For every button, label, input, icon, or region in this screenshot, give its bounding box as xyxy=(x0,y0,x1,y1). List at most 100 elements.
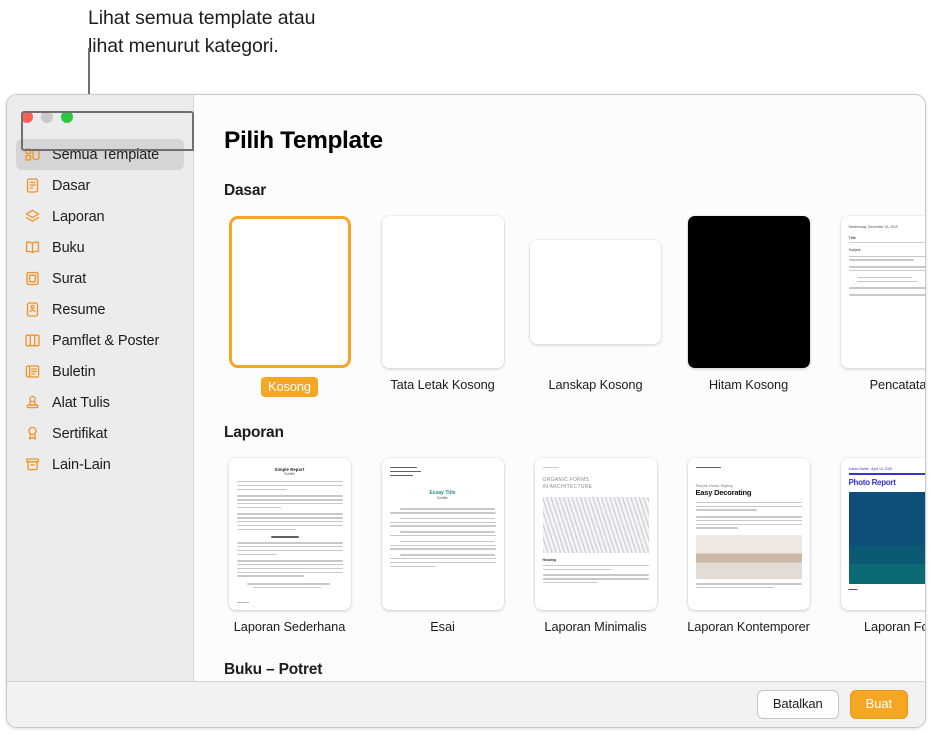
window-body: Semua Template Dasar Laporan Buku Surat Resum… xyxy=(7,95,925,681)
template-label: Laporan Kontemporer xyxy=(687,619,810,634)
create-button[interactable]: Buat xyxy=(849,690,908,719)
sidebar-item-label: Laporan xyxy=(52,208,105,225)
thumbnail-wrap xyxy=(224,216,355,368)
template-thumbnail-laporan-sederhana[interactable]: Simple Report Subtitle xyxy=(228,458,351,610)
template-tile[interactable]: Kosong xyxy=(224,216,355,397)
template-tile[interactable]: Simple Home Styling Easy Decorating Lapo… xyxy=(683,458,814,634)
thumbnail-preview-simple-report: Simple Report Subtitle xyxy=(229,458,351,610)
photo-report-image xyxy=(848,491,925,584)
thumbnail-preview-essay: Essay Title Subtitle xyxy=(382,458,504,610)
template-label: Tata Letak Kosong xyxy=(390,377,495,392)
sidebar-item-label: Buletin xyxy=(52,363,96,380)
thumbnail-wrap xyxy=(683,216,814,368)
sidebar-item-resume[interactable]: Resume xyxy=(16,294,184,325)
template-thumbnail-laporan-kontemporer[interactable]: Simple Home Styling Easy Decorating xyxy=(687,458,810,610)
sidebar-item-label: Buku xyxy=(52,239,85,256)
zoom-button[interactable] xyxy=(61,111,73,123)
template-thumbnail-pencatatan[interactable]: Wednesday, December 18, 2019 Title Subje… xyxy=(840,216,925,368)
minimal-report-image xyxy=(542,496,649,553)
document-icon xyxy=(24,177,41,194)
thumbnail-wrap xyxy=(530,216,661,368)
photo-report-title: Photo Report xyxy=(848,477,896,487)
template-thumbnail-kosong[interactable] xyxy=(228,216,351,368)
callout-text: Lihat semua template atau lihat menurut … xyxy=(88,7,316,57)
thumbnail-preview-photo-report: Author Name · April 14, 2020 Photo Repor… xyxy=(841,458,925,610)
thumbnail-preview-minimal-report: ORGANIC FORMS IN ARCHITECTURE Heading xyxy=(535,458,657,610)
photo-report-byline: Author Name · April 14, 2020 xyxy=(848,467,893,471)
template-label: Lanskap Kosong xyxy=(548,377,643,392)
thumbnail-wrap: Simple Home Styling Easy Decorating xyxy=(683,458,814,610)
essay-subtitle: Subtitle xyxy=(437,496,448,501)
sidebar-item-pamflet-poster[interactable]: Pamflet & Poster xyxy=(16,325,184,356)
thumbnail-preview-contemporary: Simple Home Styling Easy Decorating xyxy=(688,458,810,610)
thumbnail-wrap: Author Name · April 14, 2020 Photo Repor… xyxy=(836,458,925,610)
template-label: Esai xyxy=(430,619,455,634)
template-tile[interactable]: Essay Title Subtitle Esai xyxy=(377,458,508,634)
contemporary-image xyxy=(695,535,802,580)
sidebar-item-alat-tulis[interactable]: Alat Tulis xyxy=(16,387,184,418)
section-title-buku-potret: Buku – Potret xyxy=(224,661,323,678)
sidebar-item-label: Alat Tulis xyxy=(52,394,110,411)
template-label: Hitam Kosong xyxy=(708,377,789,392)
thumbnail-wrap: Essay Title Subtitle xyxy=(377,458,508,610)
sidebar-item-lain-lain[interactable]: Lain-Lain xyxy=(16,449,184,480)
sidebar-item-label: Dasar xyxy=(52,177,91,194)
grid-icon xyxy=(24,146,41,163)
template-thumbnail-lanskap-kosong[interactable] xyxy=(530,240,661,344)
template-thumbnail-laporan-minimalis[interactable]: ORGANIC FORMS IN ARCHITECTURE Heading xyxy=(534,458,657,610)
cancel-button[interactable]: Batalkan xyxy=(756,690,839,719)
template-thumbnail-esai[interactable]: Essay Title Subtitle xyxy=(381,458,504,610)
dialog-footer: Batalkan Buat xyxy=(7,681,925,727)
thumbnail-wrap: Wednesday, December 18, 2019 Title Subje… xyxy=(836,216,925,368)
minimize-button[interactable] xyxy=(41,111,53,123)
template-label-wrap: Kosong xyxy=(224,368,355,397)
template-tile[interactable]: Simple Report Subtitle Laporan Sederhana xyxy=(224,458,355,634)
sidebar-item-buletin[interactable]: Buletin xyxy=(16,356,184,387)
template-tile[interactable]: ORGANIC FORMS IN ARCHITECTURE Heading La… xyxy=(530,458,661,634)
sidebar-item-label: Semua Template xyxy=(52,146,160,163)
minimal-heading: Heading xyxy=(542,557,556,562)
sidebar-item-label: Surat xyxy=(52,270,87,287)
template-tile[interactable]: Author Name · April 14, 2020 Photo Repor… xyxy=(836,458,925,634)
sidebar: Semua Template Dasar Laporan Buku Surat Resum… xyxy=(7,95,194,681)
screenshot-root: Lihat semua template atau lihat menurut … xyxy=(0,0,931,734)
template-label: Laporan Foto xyxy=(864,619,925,634)
simple-report-subtitle: Subtitle xyxy=(284,472,295,476)
brochure-icon xyxy=(24,332,41,349)
template-chooser-window: Semua Template Dasar Laporan Buku Surat Resum… xyxy=(6,94,926,728)
template-tile[interactable]: Tata Letak Kosong xyxy=(377,216,508,397)
misc-icon xyxy=(24,456,41,473)
template-tile[interactable]: Hitam Kosong xyxy=(683,216,814,397)
sidebar-item-buku[interactable]: Buku xyxy=(16,232,184,263)
template-thumbnail-tata-letak-kosong[interactable] xyxy=(381,216,504,368)
sidebar-list: Semua Template Dasar Laporan Buku Surat Resum… xyxy=(7,135,193,480)
sidebar-item-label: Lain-Lain xyxy=(52,456,111,473)
contemporary-title: Easy Decorating xyxy=(695,487,752,497)
notes-title: Title xyxy=(848,235,856,240)
stationery-icon xyxy=(24,394,41,411)
sidebar-item-surat[interactable]: Surat xyxy=(16,263,184,294)
template-label: Laporan Minimalis xyxy=(544,619,647,634)
sidebar-item-dasar[interactable]: Dasar xyxy=(16,170,184,201)
template-tile[interactable]: Lanskap Kosong xyxy=(530,216,661,397)
template-thumbnail-laporan-foto[interactable]: Author Name · April 14, 2020 Photo Repor… xyxy=(840,458,925,610)
letter-icon xyxy=(24,270,41,287)
thumbnail-wrap: ORGANIC FORMS IN ARCHITECTURE Heading xyxy=(530,458,661,610)
sidebar-item-sertifikat[interactable]: Sertifikat xyxy=(16,418,184,449)
template-tile[interactable]: Wednesday, December 18, 2019 Title Subje… xyxy=(836,216,925,397)
template-label: Kosong xyxy=(261,377,318,397)
section-title-dasar: Dasar xyxy=(224,182,267,199)
sidebar-item-semua-template[interactable]: Semua Template xyxy=(16,139,184,170)
certificate-icon xyxy=(24,425,41,442)
sidebar-item-label: Pamflet & Poster xyxy=(52,332,160,349)
window-controls xyxy=(7,100,193,135)
thumbnail-wrap xyxy=(377,216,508,368)
template-label: Laporan Sederhana xyxy=(233,619,346,634)
sidebar-item-laporan[interactable]: Laporan xyxy=(16,201,184,232)
template-thumbnail-hitam-kosong[interactable] xyxy=(687,216,810,368)
notes-date: Wednesday, December 18, 2019 xyxy=(848,225,898,229)
sidebar-item-label: Resume xyxy=(52,301,106,318)
close-button[interactable] xyxy=(21,111,33,123)
minimal-title-line-2: IN ARCHITECTURE xyxy=(542,483,593,490)
book-icon xyxy=(24,239,41,256)
